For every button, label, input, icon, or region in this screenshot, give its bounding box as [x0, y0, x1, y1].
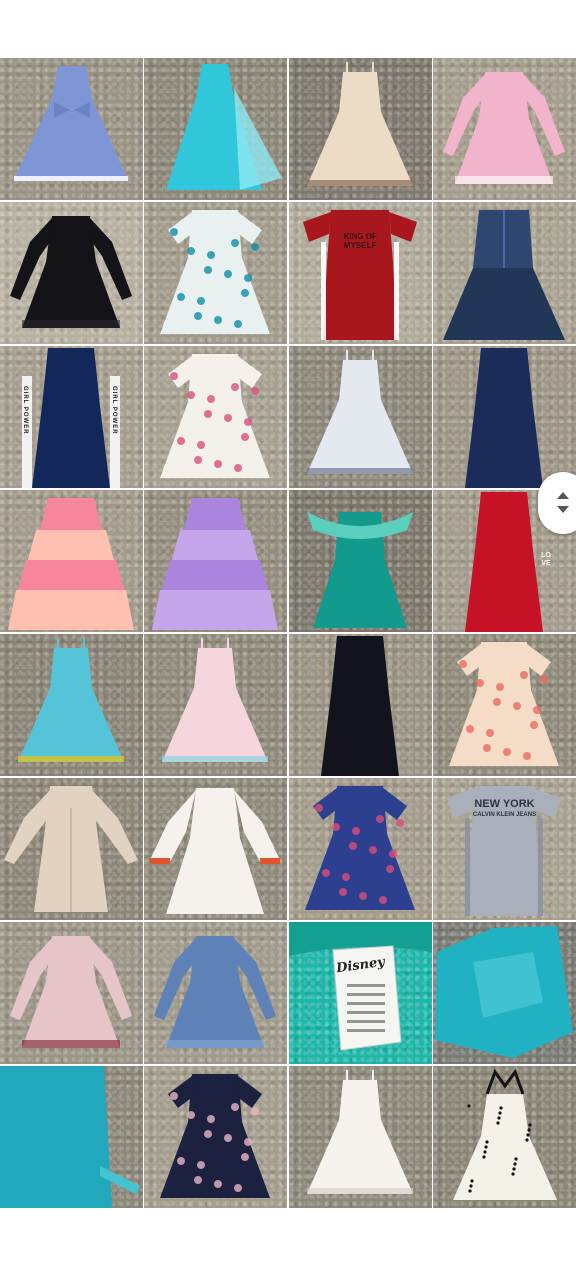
photo-thumbnail[interactable]: NEW YORK CALVIN KLEIN JEANS [432, 778, 576, 920]
photo-grid: KING OF MYSELF GIRL POWER GIRL POWER LOVE NE… [0, 58, 576, 1208]
garment-image [154, 936, 277, 1048]
garment-image [0, 1066, 140, 1208]
garment-image [288, 922, 432, 1051]
garment-image [10, 936, 132, 1048]
photo-thumbnail[interactable] [144, 1066, 288, 1208]
photo-thumbnail[interactable]: GIRL POWER GIRL POWER [0, 346, 143, 488]
photo-thumbnail[interactable] [432, 346, 576, 488]
photo-thumbnail[interactable] [432, 634, 576, 776]
photo-thumbnail[interactable] [432, 1066, 576, 1208]
scroll-down-icon [557, 506, 569, 513]
garment-image [306, 62, 413, 186]
photo-thumbnail[interactable] [288, 346, 432, 488]
garment-image [320, 636, 399, 776]
photo-thumbnail[interactable] [144, 490, 288, 632]
photo-thumbnail[interactable]: Disney [288, 922, 432, 1064]
bottom-bar [0, 1216, 576, 1280]
garment-image [446, 786, 561, 916]
garment-image [442, 210, 565, 340]
garment-image [306, 1070, 413, 1194]
photo-thumbnail[interactable] [144, 346, 288, 488]
garment-image [150, 788, 281, 914]
print-text-girl-power: GIRL POWER [111, 386, 117, 435]
photo-thumbnail[interactable] [288, 490, 432, 632]
garment-image [166, 64, 283, 190]
garment-image [160, 1074, 271, 1198]
photo-thumbnail[interactable] [144, 778, 288, 920]
photo-thumbnail[interactable] [0, 1066, 143, 1208]
garment-image [160, 210, 271, 334]
photo-thumbnail[interactable] [288, 778, 432, 920]
garment-image [452, 1068, 557, 1200]
garment-image [152, 498, 279, 630]
photo-thumbnail[interactable] [288, 58, 432, 200]
garment-image [304, 786, 415, 910]
photo-thumbnail[interactable] [144, 634, 288, 776]
scroll-up-icon [557, 492, 569, 499]
top-bar [0, 0, 576, 56]
photo-thumbnail[interactable] [0, 778, 143, 920]
garment-image [302, 210, 417, 340]
garment-image [18, 638, 124, 762]
garment-image [10, 216, 132, 328]
photo-thumbnail[interactable] [144, 202, 288, 344]
photo-thumbnail[interactable] [288, 1066, 432, 1208]
photo-thumbnail[interactable] [144, 58, 288, 200]
photo-thumbnail[interactable] [432, 58, 576, 200]
garment-image [442, 72, 565, 184]
garment-image [434, 926, 573, 1058]
print-text-girl-power: GIRL POWER [22, 386, 28, 435]
photo-thumbnail[interactable] [432, 202, 576, 344]
garment-image [306, 350, 413, 474]
photo-thumbnail[interactable] [0, 490, 143, 632]
garment-image [160, 354, 271, 478]
photo-thumbnail[interactable] [0, 202, 143, 344]
fast-scroll-handle[interactable] [538, 472, 576, 534]
garment-image [448, 642, 559, 766]
photo-thumbnail[interactable] [432, 922, 576, 1064]
garment-image [4, 786, 138, 912]
photo-thumbnail[interactable] [0, 58, 143, 200]
garment-image [14, 66, 128, 181]
photo-thumbnail[interactable] [144, 922, 288, 1064]
garment-image [162, 638, 269, 762]
photo-thumbnail[interactable] [0, 634, 143, 776]
photo-thumbnail[interactable] [0, 922, 143, 1064]
photo-thumbnail[interactable] [288, 634, 432, 776]
garment-image [306, 512, 413, 628]
garment-image [8, 498, 134, 630]
garment-image [464, 348, 543, 488]
photo-thumbnail[interactable]: KING OF MYSELF [288, 202, 432, 344]
